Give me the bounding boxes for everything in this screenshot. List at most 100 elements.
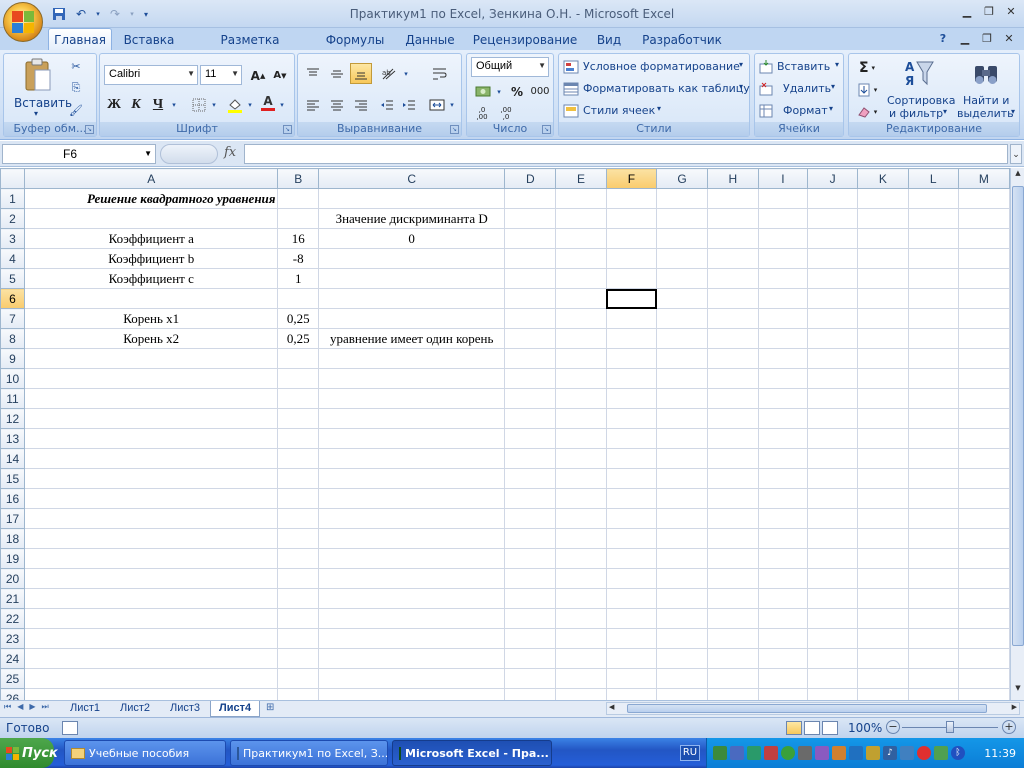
cell-c4[interactable]: [317, 248, 506, 269]
normal-view-icon[interactable]: [786, 721, 802, 735]
cell-a11[interactable]: [23, 388, 279, 409]
cell-g6[interactable]: [656, 288, 708, 309]
cell-b10[interactable]: [277, 368, 319, 389]
cell-f7[interactable]: [605, 308, 658, 329]
row-header[interactable]: 8: [0, 328, 25, 349]
formula-bar-handle[interactable]: [160, 144, 218, 164]
task-folder[interactable]: Учебные пособия: [64, 740, 226, 766]
ribbon-restore-button[interactable]: ❐: [978, 30, 996, 46]
paste-button[interactable]: Вставить ▾: [8, 56, 72, 120]
formula-input[interactable]: [244, 144, 1008, 164]
cell-a12[interactable]: [23, 408, 279, 429]
cell-m16[interactable]: [957, 488, 1010, 509]
cell-m15[interactable]: [957, 468, 1010, 489]
cell-c10[interactable]: [317, 368, 506, 389]
cell-d14[interactable]: [504, 448, 557, 469]
cell-j25[interactable]: [807, 668, 859, 689]
cell-k4[interactable]: [857, 248, 909, 269]
cell-a13[interactable]: [23, 428, 279, 449]
cell-m3[interactable]: [957, 228, 1010, 249]
cell-k21[interactable]: [857, 588, 909, 609]
cell-d7[interactable]: [504, 308, 557, 329]
column-header-i[interactable]: I: [757, 168, 809, 189]
fill-button[interactable]: ▾: [853, 79, 881, 100]
cell-j7[interactable]: [807, 308, 859, 329]
cell-h16[interactable]: [707, 488, 759, 509]
cell-a9[interactable]: [23, 348, 279, 369]
cell-i3[interactable]: [757, 228, 809, 249]
sheet-tab-2[interactable]: Лист2: [112, 701, 158, 717]
cell-g12[interactable]: [656, 408, 708, 429]
cell-e9[interactable]: [555, 348, 607, 369]
cell-k5[interactable]: [857, 268, 909, 289]
cell-h20[interactable]: [707, 568, 759, 589]
cell-c16[interactable]: [317, 488, 506, 509]
font-launcher-icon[interactable]: ↘: [283, 125, 292, 134]
cell-j22[interactable]: [807, 608, 859, 629]
cell-g22[interactable]: [656, 608, 708, 629]
cell-k24[interactable]: [857, 648, 909, 669]
cell-a7[interactable]: Корень х1: [23, 308, 279, 329]
tab-review[interactable]: Рецензирование: [472, 31, 578, 50]
cell-b1[interactable]: [277, 188, 319, 209]
cell-c14[interactable]: [317, 448, 506, 469]
cell-g13[interactable]: [656, 428, 708, 449]
cell-l1[interactable]: [907, 188, 959, 209]
cell-h2[interactable]: [707, 208, 759, 229]
cell-g4[interactable]: [656, 248, 708, 269]
macro-record-icon[interactable]: [62, 721, 78, 735]
format-cells-button[interactable]: Формат ▾: [759, 101, 843, 121]
cell-a25[interactable]: [23, 668, 279, 689]
cell-e25[interactable]: [555, 668, 607, 689]
cell-d11[interactable]: [504, 388, 557, 409]
horizontal-scrollbar[interactable]: ◀ ▶: [606, 702, 1020, 715]
cell-j9[interactable]: [807, 348, 859, 369]
cell-k18[interactable]: [857, 528, 909, 549]
align-right-button[interactable]: [350, 94, 372, 115]
cell-c5[interactable]: [317, 268, 506, 289]
fill-color-dropdown-icon[interactable]: ▾: [246, 97, 254, 113]
cell-h6[interactable]: [707, 288, 759, 309]
cell-d13[interactable]: [504, 428, 557, 449]
delete-cells-button[interactable]: Удалить ▾: [759, 79, 843, 99]
cell-k15[interactable]: [857, 468, 909, 489]
cell-d21[interactable]: [504, 588, 557, 609]
row-header[interactable]: 16: [0, 488, 25, 509]
bold-button[interactable]: Ж: [104, 94, 124, 115]
cell-l9[interactable]: [907, 348, 959, 369]
cell-g5[interactable]: [656, 268, 708, 289]
cell-b4[interactable]: -8: [277, 248, 319, 269]
cell-a1[interactable]: Решение квадратного уравнения: [23, 188, 279, 209]
cell-c19[interactable]: [317, 548, 506, 569]
font-color-button[interactable]: A: [258, 92, 278, 113]
number-launcher-icon[interactable]: ↘: [542, 125, 551, 134]
cell-g8[interactable]: [656, 328, 708, 349]
restore-button[interactable]: ❐: [980, 3, 998, 19]
cell-f9[interactable]: [605, 348, 658, 369]
cell-c23[interactable]: [317, 628, 506, 649]
cell-l6[interactable]: [907, 288, 959, 309]
cell-g24[interactable]: [656, 648, 708, 669]
row-header[interactable]: 9: [0, 348, 25, 369]
cell-h8[interactable]: [707, 328, 759, 349]
cell-e14[interactable]: [555, 448, 607, 469]
cell-f21[interactable]: [605, 588, 658, 609]
cell-f2[interactable]: [605, 208, 658, 229]
cell-i23[interactable]: [757, 628, 809, 649]
percent-button[interactable]: %: [507, 81, 527, 102]
cell-e23[interactable]: [555, 628, 607, 649]
cell-i24[interactable]: [757, 648, 809, 669]
cell-h15[interactable]: [707, 468, 759, 489]
cell-e1[interactable]: [555, 188, 607, 209]
cell-a26[interactable]: [23, 688, 279, 700]
merge-dropdown-icon[interactable]: ▾: [448, 97, 456, 113]
ribbon-minimize-button[interactable]: ▁: [956, 30, 974, 46]
cell-c26[interactable]: [317, 688, 506, 700]
cell-m10[interactable]: [957, 368, 1010, 389]
format-painter-icon[interactable]: 🖌: [68, 102, 84, 118]
cell-f8[interactable]: [605, 328, 658, 349]
cell-a10[interactable]: [23, 368, 279, 389]
cell-d12[interactable]: [504, 408, 557, 429]
cell-g26[interactable]: [656, 688, 708, 700]
grow-font-button[interactable]: A ▲: [248, 65, 268, 86]
